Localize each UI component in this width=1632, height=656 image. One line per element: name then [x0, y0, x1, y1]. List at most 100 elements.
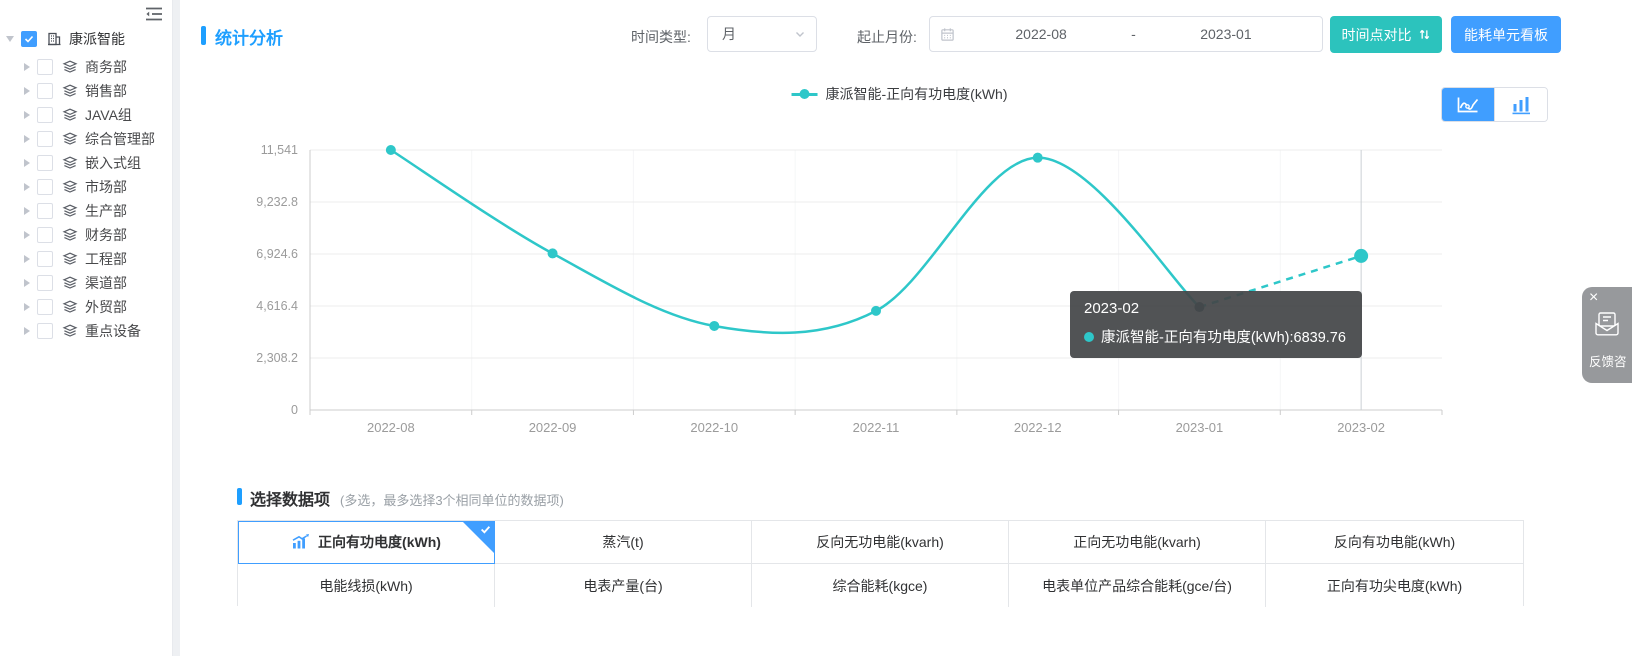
- tree-node-checkbox[interactable]: [37, 155, 53, 171]
- data-item-label: 电能线损(kWh): [319, 576, 412, 596]
- tree-node-checkbox[interactable]: [37, 227, 53, 243]
- envelope-icon: [1593, 311, 1621, 342]
- date-separator: -: [1127, 26, 1140, 42]
- tree-node-label: 嵌入式组: [85, 153, 141, 173]
- tree-node[interactable]: 工程部: [0, 248, 172, 270]
- time-type-value: 月: [722, 24, 794, 44]
- energy-board-button[interactable]: 能耗单元看板: [1451, 16, 1561, 53]
- data-item-cell[interactable]: 正向有功尖电度(kWh): [1266, 564, 1523, 607]
- sort-arrows-icon: [1418, 28, 1431, 41]
- tree-node-label: JAVA组: [85, 105, 132, 125]
- data-item-cell[interactable]: 电能线损(kWh): [238, 564, 495, 607]
- data-item-grid: 正向有功电度(kWh)蒸汽(t) 反向无功电能(kvarh) 正向无功电能(kvar…: [237, 520, 1524, 606]
- building-icon: [46, 31, 62, 47]
- layers-icon: [62, 275, 78, 291]
- time-compare-button[interactable]: 时间点对比: [1330, 16, 1442, 53]
- tree-node-checkbox[interactable]: [37, 83, 53, 99]
- svg-text:11,541: 11,541: [261, 143, 298, 157]
- tree-node[interactable]: 商务部: [0, 56, 172, 78]
- layers-icon: [62, 155, 78, 171]
- data-item-label: 反向无功电能(kvarh): [816, 532, 944, 552]
- title-accent-bar: [201, 26, 206, 45]
- tree-node[interactable]: 重点设备: [0, 320, 172, 342]
- layers-icon: [62, 251, 78, 267]
- tree-node-checkbox[interactable]: [37, 275, 53, 291]
- layers-icon: [62, 107, 78, 123]
- caret-right-icon[interactable]: [24, 279, 30, 287]
- feedback-label: 反馈咨: [1589, 351, 1632, 370]
- data-item-label: 电表产量(台): [583, 576, 662, 596]
- tree-node[interactable]: 渠道部: [0, 272, 172, 294]
- time-type-select[interactable]: 月: [707, 16, 817, 52]
- line-chart-plot[interactable]: 02,308.24,616.46,924.69,232.811,5412022-…: [180, 64, 1632, 470]
- menu-fold-icon[interactable]: [144, 5, 164, 23]
- caret-right-icon[interactable]: [24, 135, 30, 143]
- tree-node[interactable]: 综合管理部: [0, 128, 172, 150]
- caret-right-icon[interactable]: [24, 207, 30, 215]
- close-icon[interactable]: ×: [1589, 290, 1598, 306]
- tree-node[interactable]: 嵌入式组: [0, 152, 172, 174]
- tree-node-checkbox[interactable]: [37, 323, 53, 339]
- caret-right-icon[interactable]: [24, 303, 30, 311]
- data-item-cell[interactable]: 综合能耗(kgce): [752, 564, 1009, 607]
- tree-node-checkbox[interactable]: [37, 299, 53, 315]
- layers-icon: [62, 179, 78, 195]
- tree-node-label: 渠道部: [85, 273, 127, 293]
- tree-node-checkbox[interactable]: [37, 107, 53, 123]
- tree-node[interactable]: 销售部: [0, 80, 172, 102]
- tree-node-checkbox[interactable]: [37, 131, 53, 147]
- time-compare-label: 时间点对比: [1342, 25, 1412, 45]
- caret-right-icon[interactable]: [24, 183, 30, 191]
- caret-down-icon[interactable]: [6, 36, 14, 42]
- tree-node[interactable]: JAVA组: [0, 104, 172, 126]
- data-item-cell[interactable]: 反向有功电能(kWh): [1266, 521, 1523, 564]
- caret-right-icon[interactable]: [24, 231, 30, 239]
- caret-right-icon[interactable]: [24, 159, 30, 167]
- data-item-cell[interactable]: 电表单位产品综合能耗(gce/台): [1009, 564, 1266, 607]
- tree-node-label: 销售部: [85, 81, 127, 101]
- layers-icon: [62, 83, 78, 99]
- caret-right-icon[interactable]: [24, 327, 30, 335]
- caret-right-icon[interactable]: [24, 63, 30, 71]
- tree-node-checkbox[interactable]: [37, 179, 53, 195]
- time-type-label: 时间类型:: [631, 27, 691, 47]
- layers-icon: [62, 131, 78, 147]
- tree-node-checkbox[interactable]: [37, 203, 53, 219]
- tree-node-checkbox[interactable]: [37, 251, 53, 267]
- check-icon: [24, 34, 34, 44]
- date-end-value[interactable]: 2023-01: [1140, 26, 1312, 42]
- org-root-checkbox[interactable]: [21, 31, 37, 47]
- sidebar: 康派智能 商务部销售部 JAVA组综合管理部嵌入式组市场部生产部财务部工程部渠道部…: [0, 0, 173, 656]
- caret-right-icon[interactable]: [24, 255, 30, 263]
- data-item-label: 反向有功电能(kWh): [1334, 532, 1455, 552]
- org-tree: 康派智能 商务部销售部 JAVA组综合管理部嵌入式组市场部生产部财务部工程部渠道部…: [0, 26, 172, 344]
- svg-text:2023-02: 2023-02: [1337, 420, 1385, 435]
- date-range-input[interactable]: 2022-08 - 2023-01: [929, 16, 1323, 52]
- tree-node[interactable]: 外贸部: [0, 296, 172, 318]
- data-item-label: 正向无功电能(kvarh): [1073, 532, 1201, 552]
- svg-text:2022-12: 2022-12: [1014, 420, 1062, 435]
- tree-node-label: 综合管理部: [85, 129, 155, 149]
- caret-right-icon[interactable]: [24, 87, 30, 95]
- svg-text:2022-11: 2022-11: [853, 420, 900, 435]
- app: 康派智能 商务部销售部 JAVA组综合管理部嵌入式组市场部生产部财务部工程部渠道部…: [0, 0, 1632, 656]
- data-item-cell[interactable]: 反向无功电能(kvarh): [752, 521, 1009, 564]
- svg-text:2023-01: 2023-01: [1176, 420, 1224, 435]
- date-start-value[interactable]: 2022-08: [955, 26, 1127, 42]
- data-item-cell[interactable]: 蒸汽(t): [495, 521, 752, 564]
- tree-node[interactable]: 市场部: [0, 176, 172, 198]
- tree-node[interactable]: 生产部: [0, 200, 172, 222]
- data-item-cell[interactable]: 正向无功电能(kvarh): [1009, 521, 1266, 564]
- tree-node-checkbox[interactable]: [37, 59, 53, 75]
- caret-right-icon[interactable]: [24, 111, 30, 119]
- data-item-cell[interactable]: 电表产量(台): [495, 564, 752, 607]
- tree-node[interactable]: 财务部: [0, 224, 172, 246]
- main-content: 统计分析 时间类型: 月 起止月份: 2022-08 - 2023-01 时间点…: [180, 0, 1632, 656]
- layers-icon: [62, 299, 78, 315]
- page-title: 统计分析: [215, 24, 283, 49]
- data-item-cell[interactable]: 正向有功电度(kWh): [238, 521, 495, 564]
- feedback-panel[interactable]: × 反馈咨: [1582, 287, 1632, 383]
- calendar-icon: [940, 27, 955, 42]
- data-item-label: 电表单位产品综合能耗(gce/台): [1042, 576, 1232, 596]
- org-tree-root[interactable]: 康派智能: [0, 26, 172, 52]
